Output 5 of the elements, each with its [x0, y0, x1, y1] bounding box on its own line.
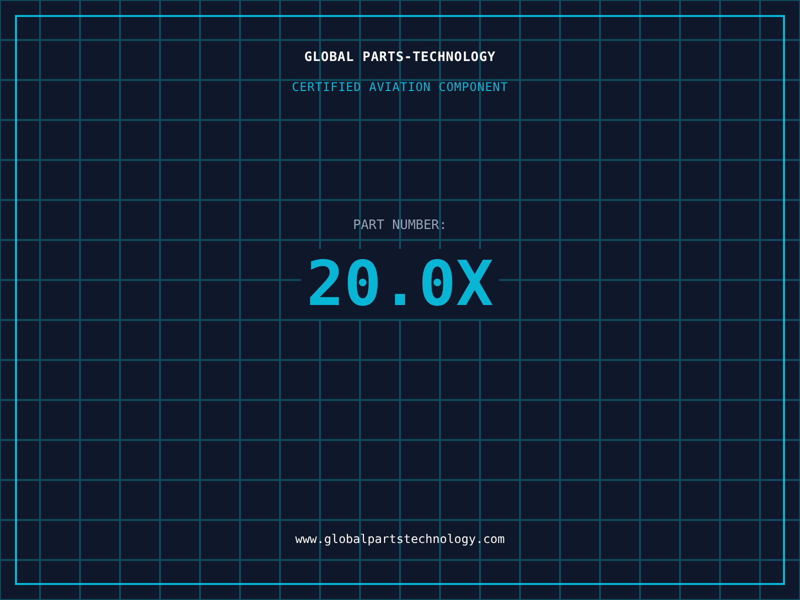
company-subtitle: CERTIFIED AVIATION COMPONENT: [292, 80, 508, 94]
company-title: GLOBAL PARTS-TECHNOLOGY: [304, 50, 496, 65]
part-number-label: PART NUMBER:: [353, 218, 447, 233]
website-url: www.globalpartstechnology.com: [295, 532, 505, 546]
part-number: 20.0X: [300, 249, 500, 319]
